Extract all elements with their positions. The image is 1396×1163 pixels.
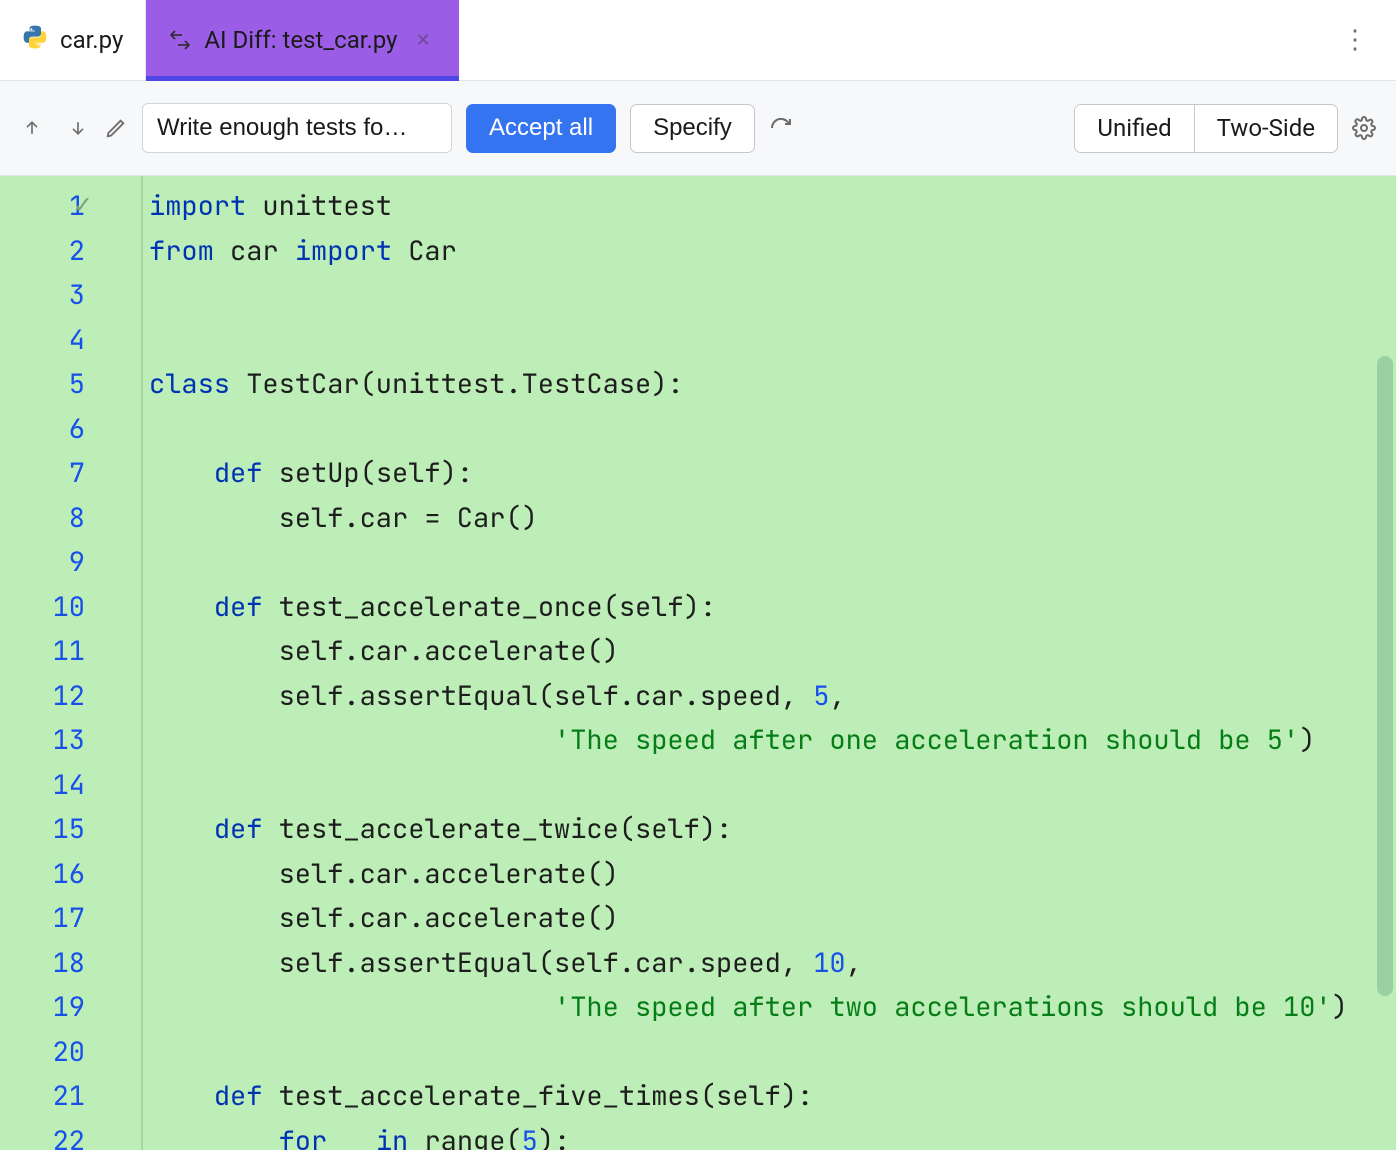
code-line <box>143 763 1396 808</box>
code-line <box>143 273 1396 318</box>
code-line: def setUp(self): <box>143 451 1396 496</box>
nav-arrows <box>20 116 90 140</box>
next-diff-icon[interactable] <box>66 116 90 140</box>
tabs-bar: car.py AI Diff: test_car.py ✕ ⋮ <box>0 0 1396 81</box>
gutter: 1✓2345678910111213141516171819202122 <box>0 176 143 1150</box>
code-line: class TestCar(unittest.TestCase): <box>143 362 1396 407</box>
tab-ai-diff[interactable]: AI Diff: test_car.py ✕ <box>146 0 458 80</box>
code-line: self.assertEqual(self.car.speed, 10, <box>143 941 1396 986</box>
specify-button[interactable]: Specify <box>630 104 755 153</box>
line-number: 15 <box>0 807 141 852</box>
code-line: import unittest <box>143 184 1396 229</box>
line-number: 22 <box>0 1119 141 1163</box>
tab-label: AI Diff: test_car.py <box>204 26 397 54</box>
ai-diff-icon <box>168 28 192 52</box>
code-line: for _ in range(5): <box>143 1119 1396 1151</box>
line-number: 16 <box>0 852 141 897</box>
scrollbar[interactable] <box>1377 356 1393 996</box>
view-mode-segmented: Unified Two-Side <box>1074 104 1338 153</box>
tab-car-py[interactable]: car.py <box>0 0 146 80</box>
edit-icon[interactable] <box>104 116 128 140</box>
line-number: 11 <box>0 629 141 674</box>
close-icon[interactable]: ✕ <box>416 30 431 51</box>
gutter-check-icon: ✓ <box>73 184 93 229</box>
tab-label: car.py <box>60 26 123 54</box>
code-line: def test_accelerate_twice(self): <box>143 807 1396 852</box>
editor: 1✓2345678910111213141516171819202122 imp… <box>0 176 1396 1150</box>
code-area[interactable]: import unittestfrom car import Car class … <box>143 176 1396 1150</box>
line-number: 17 <box>0 896 141 941</box>
more-menu-icon[interactable]: ⋮ <box>1314 0 1396 80</box>
code-line <box>143 540 1396 585</box>
view-mode-two-side[interactable]: Two-Side <box>1194 105 1337 152</box>
code-line: self.car.accelerate() <box>143 852 1396 897</box>
line-number: 1✓ <box>0 184 141 229</box>
code-line <box>143 1030 1396 1075</box>
line-number: 10 <box>0 585 141 630</box>
code-line: self.car = Car() <box>143 496 1396 541</box>
accept-all-button[interactable]: Accept all <box>466 104 616 153</box>
line-number: 20 <box>0 1030 141 1075</box>
line-number: 8 <box>0 496 141 541</box>
code-line: def test_accelerate_five_times(self): <box>143 1074 1396 1119</box>
line-number: 3 <box>0 273 141 318</box>
line-number: 7 <box>0 451 141 496</box>
line-number: 21 <box>0 1074 141 1119</box>
code-line: 'The speed after one acceleration should… <box>143 718 1396 763</box>
view-mode-unified[interactable]: Unified <box>1075 105 1193 152</box>
ai-prompt-input[interactable] <box>142 103 452 153</box>
line-number: 13 <box>0 718 141 763</box>
code-line: self.car.accelerate() <box>143 629 1396 674</box>
gear-icon[interactable] <box>1352 116 1376 140</box>
diff-toolbar: Accept all Specify Unified Two-Side <box>0 81 1396 176</box>
code-line: self.car.accelerate() <box>143 896 1396 941</box>
line-number: 12 <box>0 674 141 719</box>
python-icon <box>22 24 48 56</box>
line-number: 14 <box>0 763 141 808</box>
line-number: 4 <box>0 318 141 363</box>
refresh-icon[interactable] <box>769 116 793 140</box>
line-number: 2 <box>0 229 141 274</box>
line-number: 6 <box>0 407 141 452</box>
code-line <box>143 407 1396 452</box>
line-number: 9 <box>0 540 141 585</box>
code-line: from car import Car <box>143 229 1396 274</box>
line-number: 5 <box>0 362 141 407</box>
line-number: 19 <box>0 985 141 1030</box>
code-line: 'The speed after two accelerations shoul… <box>143 985 1396 1030</box>
code-line: def test_accelerate_once(self): <box>143 585 1396 630</box>
code-line: self.assertEqual(self.car.speed, 5, <box>143 674 1396 719</box>
prev-diff-icon[interactable] <box>20 116 44 140</box>
code-line <box>143 318 1396 363</box>
line-number: 18 <box>0 941 141 986</box>
